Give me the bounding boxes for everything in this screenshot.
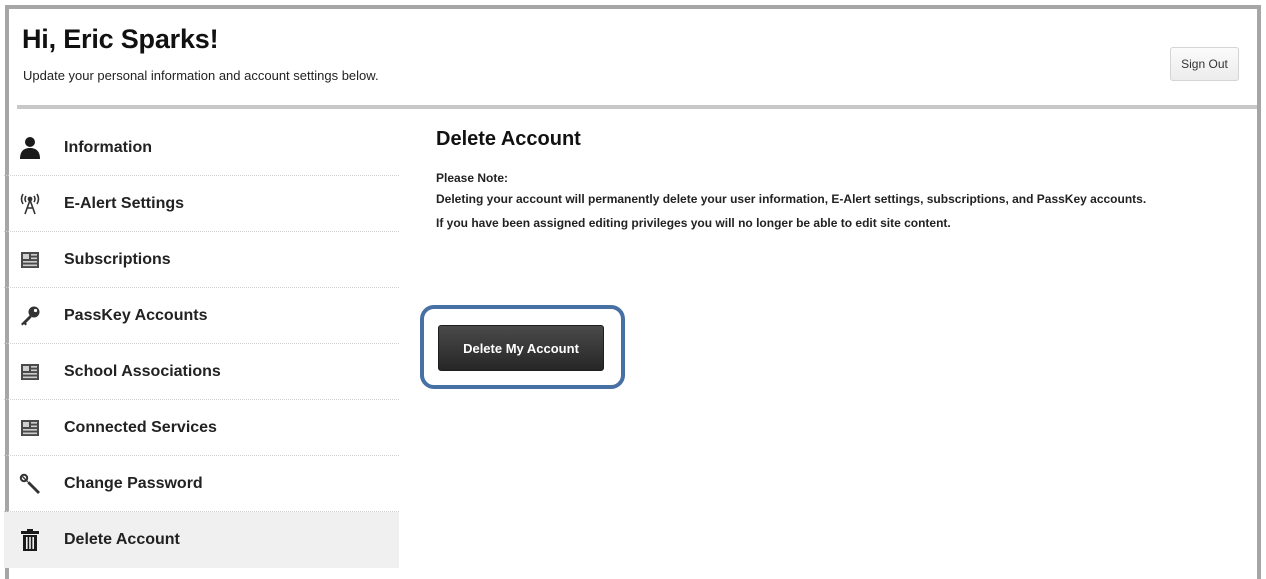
- sidebar-item-label: PassKey Accounts: [64, 306, 208, 324]
- antenna-icon: [18, 192, 42, 216]
- newspaper-icon: [18, 360, 42, 384]
- newspaper-icon: [18, 248, 42, 272]
- header-divider: [17, 105, 1257, 109]
- main-content: Delete Account Please Note: Deleting you…: [436, 128, 1236, 242]
- sidebar-item-connected-services[interactable]: Connected Services: [4, 400, 399, 456]
- sign-out-button[interactable]: Sign Out: [1170, 47, 1239, 81]
- sidebar-item-label: Information: [64, 138, 152, 156]
- note-paragraph: Deleting your account will permanently d…: [436, 192, 1147, 206]
- page-title: Hi, Eric Sparks!: [22, 24, 219, 54]
- sidebar-item-information[interactable]: Information: [4, 120, 399, 176]
- sidebar-item-label: Delete Account: [64, 531, 180, 548]
- newspaper-icon: [18, 416, 42, 440]
- sidebar-item-passkey-accounts[interactable]: PassKey Accounts: [4, 288, 399, 344]
- note-heading: Please Note:: [436, 171, 509, 185]
- sidebar-item-change-password[interactable]: Change Password: [4, 456, 399, 512]
- note-paragraph: If you have been assigned editing privil…: [436, 216, 951, 230]
- sidebar-item-label: School Associations: [64, 362, 221, 380]
- sidebar-item-subscriptions[interactable]: Subscriptions: [4, 232, 399, 288]
- delete-my-account-button[interactable]: Delete My Account: [438, 325, 604, 371]
- page-header: Hi, Eric Sparks! Update your personal in…: [9, 9, 1257, 105]
- trash-icon: [18, 528, 42, 552]
- person-icon: [18, 136, 42, 160]
- sidebar-item-label: Connected Services: [64, 418, 217, 436]
- sidebar-item-delete-account[interactable]: Delete Account: [4, 512, 399, 568]
- section-title: Delete Account: [436, 128, 581, 150]
- page-subtitle: Update your personal information and acc…: [23, 68, 379, 83]
- account-sidebar: Information E-Alert Settings Subscriptio…: [4, 120, 399, 568]
- sidebar-item-label: Subscriptions: [64, 250, 171, 268]
- sidebar-item-label: E-Alert Settings: [64, 194, 185, 212]
- sidebar-item-e-alert-settings[interactable]: E-Alert Settings: [4, 176, 399, 232]
- sidebar-item-school-associations[interactable]: School Associations: [4, 344, 399, 400]
- sidebar-item-label: Change Password: [64, 474, 203, 492]
- wrench-icon: [18, 472, 42, 496]
- key-icon: [18, 304, 42, 328]
